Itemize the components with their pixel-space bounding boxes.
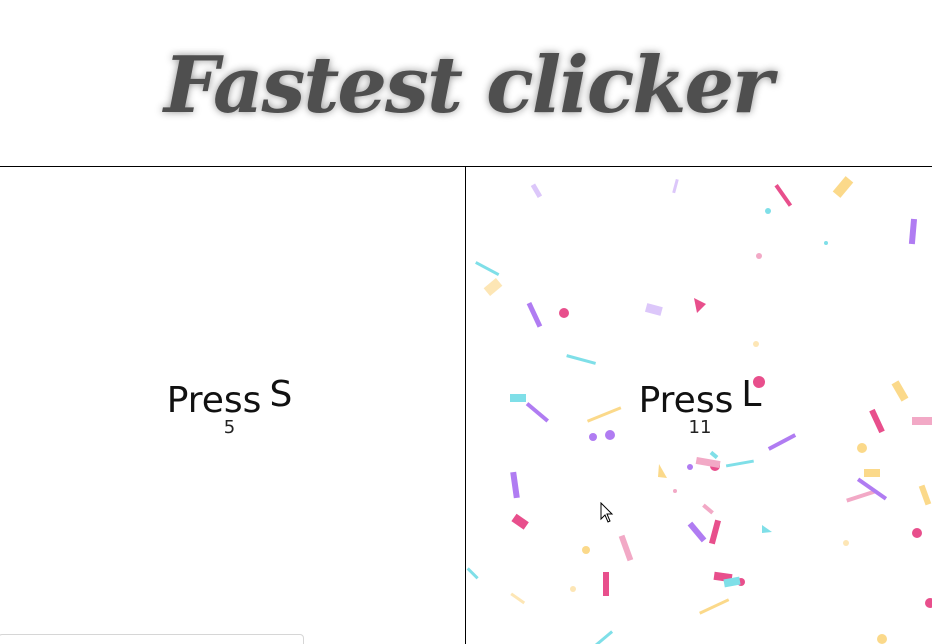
page: Fastest clicker Press S 5 Press L 11: [0, 0, 932, 644]
confetti-piece: [877, 634, 887, 644]
confetti-piece: [695, 456, 721, 469]
player-left-key: S: [269, 374, 293, 415]
confetti-piece: [708, 519, 722, 545]
confetti-piece: [483, 278, 503, 296]
confetti-piece: [672, 178, 679, 194]
confetti-piece: [687, 521, 707, 543]
confetti-piece: [765, 208, 771, 214]
player-left-prompt-group: Press S 5: [0, 375, 465, 439]
confetti-piece: [702, 503, 714, 515]
confetti-piece: [857, 443, 867, 453]
confetti-piece: [510, 592, 526, 605]
confetti-piece: [530, 183, 543, 199]
confetti-piece: [594, 630, 614, 644]
confetti-piece: [644, 303, 663, 316]
confetti-piece: [756, 253, 762, 259]
mouse-pointer-icon: [600, 502, 614, 523]
confetti-piece: [694, 298, 706, 313]
bottom-popup-edge: [0, 634, 304, 644]
confetti-piece: [832, 176, 854, 198]
confetti-piece: [566, 354, 597, 365]
confetti-piece: [912, 528, 922, 538]
confetti-piece: [466, 567, 479, 580]
confetti-piece: [699, 598, 730, 615]
confetti-piece: [511, 513, 529, 530]
confetti-piece: [762, 525, 772, 533]
confetti-piece: [918, 484, 932, 506]
confetti-piece: [475, 261, 500, 276]
player-right-prompt: Press L: [638, 375, 762, 421]
confetti-piece: [510, 471, 520, 499]
confetti-piece: [618, 534, 634, 562]
player-left-prompt: Press S: [166, 375, 293, 421]
header: Fastest clicker: [0, 0, 932, 166]
player-right-prompt-group: Press L 11: [468, 375, 932, 439]
confetti-piece: [526, 301, 543, 328]
player-right-count: 11: [688, 417, 712, 438]
confetti-piece: [709, 450, 719, 460]
confetti-piece: [824, 241, 828, 245]
page-title: Fastest clicker: [163, 40, 773, 131]
player-left-count: 5: [223, 417, 236, 438]
confetti-piece: [570, 586, 576, 592]
confetti-piece: [908, 218, 918, 245]
player-panel-left[interactable]: Press S 5: [0, 167, 465, 644]
confetti-piece: [582, 546, 590, 554]
confetti-piece: [843, 540, 849, 546]
player-right-prompt-text: Press: [638, 380, 734, 421]
confetti-piece: [658, 464, 667, 478]
confetti-piece: [559, 308, 569, 318]
confetti-piece: [603, 572, 609, 596]
confetti-piece: [864, 469, 880, 477]
confetti-piece: [846, 489, 876, 503]
player-left-prompt-text: Press: [166, 380, 262, 421]
confetti-piece: [774, 184, 793, 207]
confetti-piece: [753, 341, 759, 347]
confetti-piece: [925, 598, 932, 608]
confetti-piece: [687, 464, 693, 470]
player-right-key: L: [741, 374, 762, 415]
confetti-piece: [725, 459, 754, 468]
confetti-piece: [673, 489, 677, 493]
player-panel-right[interactable]: Press L 11: [466, 167, 932, 644]
